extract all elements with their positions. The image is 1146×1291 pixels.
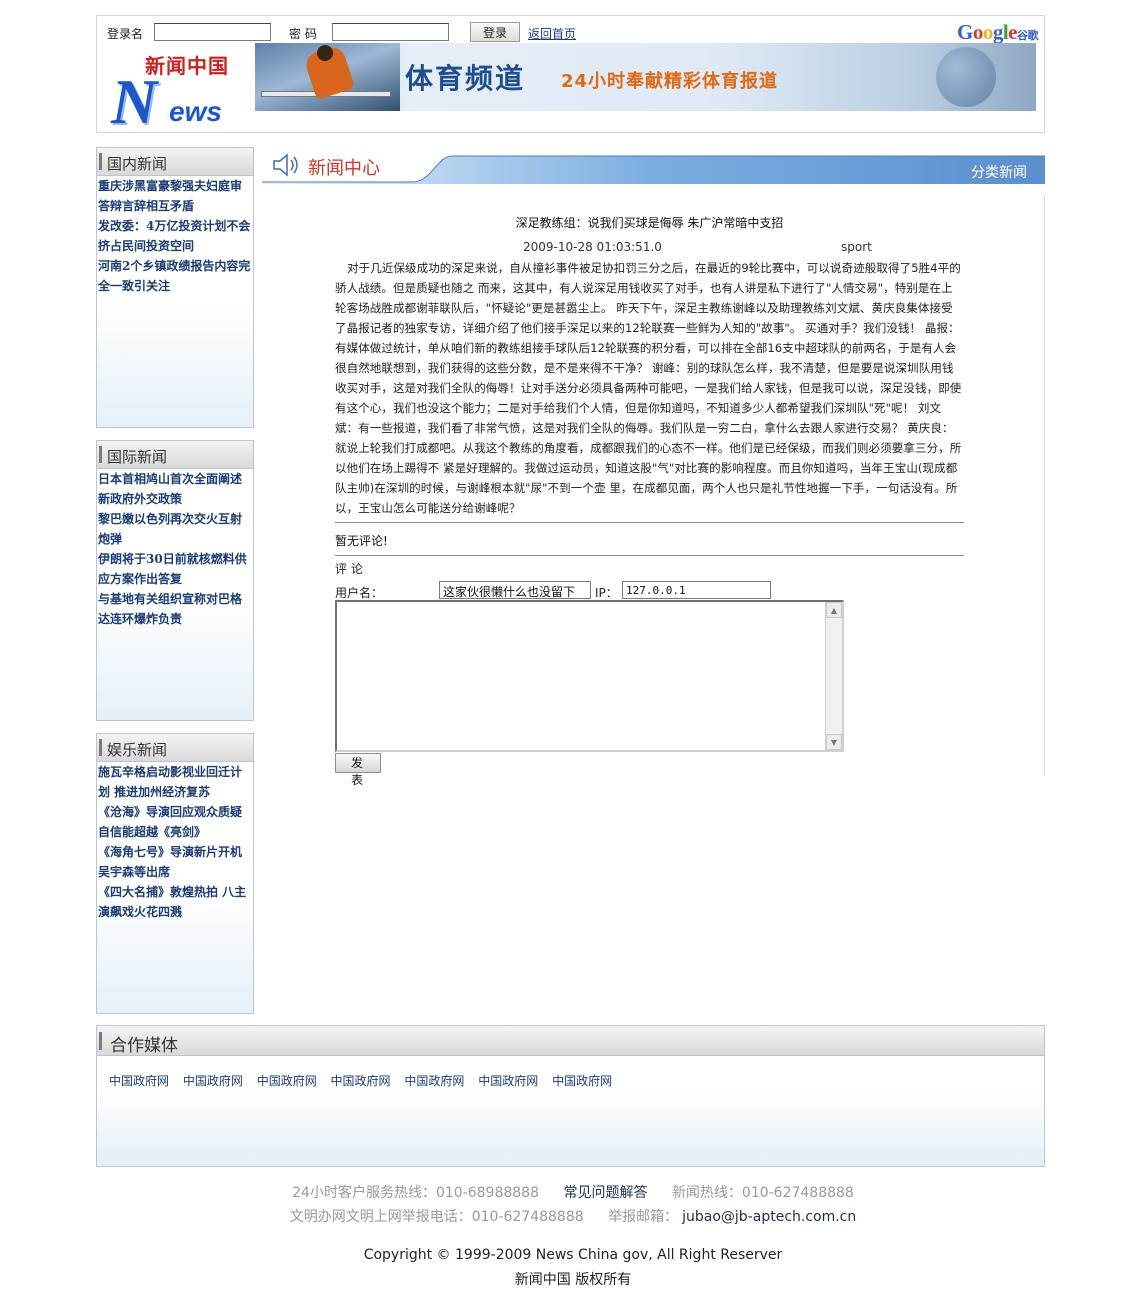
- password-input[interactable]: [332, 23, 449, 41]
- banner-subtitle: 24小时奉献精彩体育报道: [561, 71, 779, 92]
- domestic-news-item[interactable]: 发改委：4万亿投资计划不会挤占民间投资空间: [97, 216, 253, 256]
- partner-media-title: 合作媒体: [110, 1036, 178, 1056]
- scroll-down-icon[interactable]: ▼: [826, 734, 842, 750]
- home-link[interactable]: 返回首页: [528, 25, 576, 42]
- footer-hotlines: 24小时客户服务热线：010-68988888 常见问题解答 新闻热线：010-…: [0, 1182, 1146, 1202]
- login-button[interactable]: 登录: [470, 22, 520, 42]
- civilized-report-phone: 文明办网文明上网举报电话：010-627488888: [289, 1209, 584, 1225]
- google-logo[interactable]: Google谷歌: [957, 20, 1039, 45]
- report-email-link[interactable]: jubao@jb-aptech.com.cn: [682, 1209, 856, 1225]
- article-title: 深足教练组：说我们买球是侮辱 朱广沪常暗中支招: [515, 216, 784, 230]
- footer-copyright: Copyright © 1999-2009 News China gov, Al…: [0, 1247, 1146, 1263]
- service-hotline: 24小时客户服务热线：010-68988888: [292, 1185, 539, 1201]
- article-meta: 2009-10-28 01:03:51.0 sport: [335, 236, 964, 258]
- entertainment-news-item[interactable]: 《海角七号》导演新片开机吴宇森等出席: [97, 842, 253, 882]
- international-news-box: 国际新闻 日本首相鸠山首次全面阐述新政府外交政策 黎巴嫩以色列再次交火互射炮弹 …: [96, 440, 254, 721]
- no-comment-notice: 暂无评论!: [335, 534, 388, 548]
- scroll-up-icon[interactable]: ▲: [826, 602, 842, 618]
- faq-link[interactable]: 常见问题解答: [563, 1185, 647, 1201]
- international-news-list: 日本首相鸠山首次全面阐述新政府外交政策 黎巴嫩以色列再次交火互射炮弹 伊朗将于3…: [97, 469, 253, 629]
- footer-report: 文明办网文明上网举报电话：010-627488888 举报邮箱： jubao@jb…: [0, 1206, 1146, 1226]
- report-email-label: 举报邮箱：: [608, 1209, 679, 1225]
- domestic-news-title: 国内新闻: [107, 155, 168, 173]
- comment-ip-label: IP：: [595, 586, 618, 600]
- comment-form: 评 论 用户名： 这家伙很懒什么也没留下 IP： 127.0.0.1 ▲ ▼ 发…: [335, 560, 964, 787]
- domestic-news-item[interactable]: 河南2个乡镇政绩报告内容完全一致引关注: [97, 256, 253, 296]
- copyright-text: Copyright © 1999-2009 News China gov, Al…: [363, 1247, 783, 1263]
- partner-links: 中国政府网 中国政府网 中国政府网 中国政府网 中国政府网 中国政府网 中国政府…: [109, 1072, 622, 1089]
- article-body: 对于几近保级成功的深足来说，自从撞衫事件被足协扣罚三分之后，在最近的9轮比赛中，…: [335, 261, 962, 515]
- divider: [335, 555, 964, 556]
- category-news-link[interactable]: 分类新闻: [971, 162, 1027, 182]
- news-center-title: 新闻中心: [308, 158, 380, 179]
- partner-link[interactable]: 中国政府网: [404, 1072, 464, 1089]
- partner-link[interactable]: 中国政府网: [257, 1072, 317, 1089]
- footer-rights: 新闻中国 版权所有: [0, 1269, 1146, 1289]
- logo-title: 新闻中国: [145, 54, 229, 78]
- news-hotline: 新闻热线：010-627488888: [671, 1185, 854, 1201]
- domestic-news-item[interactable]: 重庆涉黑富豪黎强夫妇庭审答辩言辞相互矛盾: [97, 176, 253, 216]
- site-logo[interactable]: 新闻中国 N ews: [109, 48, 251, 134]
- logo-letters-ews: ews: [169, 96, 222, 127]
- partner-link[interactable]: 中国政府网: [478, 1072, 538, 1089]
- entertainment-news-box: 娱乐新闻 施瓦辛格启动影视业回迁计划 推进加州经济复苏 《沧海》导演回应观众质疑…: [96, 733, 254, 1014]
- banner-title: 体育频道: [405, 62, 526, 95]
- international-news-item[interactable]: 伊朗将于30日前就核燃料供应方案作出答复: [97, 549, 253, 589]
- international-news-title: 国际新闻: [107, 448, 168, 466]
- entertainment-news-item[interactable]: 《沧海》导演回应观众质疑自信能超越《亮剑》: [97, 802, 253, 842]
- hurdler-image: [255, 43, 400, 111]
- comment-username-label: 用户名：: [335, 586, 384, 600]
- comment-ip-input[interactable]: 127.0.0.1: [622, 581, 771, 599]
- username-label: 登录名: [107, 27, 144, 41]
- international-news-item[interactable]: 与基地有关组织宣称对巴格达连环爆炸负责: [97, 589, 253, 629]
- domestic-news-box: 国内新闻 重庆涉黑富豪黎强夫妇庭审答辩言辞相互矛盾 发改委：4万亿投资计划不会挤…: [96, 147, 254, 428]
- domestic-news-header: 国内新闻: [97, 148, 253, 176]
- partner-link[interactable]: 中国政府网: [331, 1072, 391, 1089]
- comment-user-row: 用户名： 这家伙很懒什么也没留下 IP： 127.0.0.1: [335, 580, 964, 602]
- partner-link[interactable]: 中国政府网: [183, 1072, 243, 1089]
- partner-media-header: 合作媒体: [97, 1026, 1044, 1056]
- comment-label: 评 论: [335, 562, 363, 576]
- password-label: 密 码: [289, 27, 317, 41]
- article-date: 2009-10-28 01:03:51.0: [523, 240, 662, 254]
- google-cn-label: 谷歌: [1017, 29, 1039, 42]
- article-category: sport: [841, 240, 872, 254]
- international-news-header: 国际新闻: [97, 441, 253, 469]
- partner-media-box: 合作媒体 中国政府网 中国政府网 中国政府网 中国政府网 中国政府网 中国政府网…: [96, 1025, 1045, 1167]
- article: 深足教练组：说我们买球是侮辱 朱广沪常暗中支招 2009-10-28 01:03…: [335, 214, 964, 556]
- comment-username-input[interactable]: 这家伙很懒什么也没留下: [439, 581, 591, 599]
- comment-submit-button[interactable]: 发 表: [335, 753, 381, 787]
- entertainment-news-list: 施瓦辛格启动影视业回迁计划 推进加州经济复苏 《沧海》导演回应观众质疑自信能超越…: [97, 762, 253, 922]
- site-header: 登录名 密 码 登录 返回首页 Google谷歌 新闻中国 N ews 体育频道…: [96, 15, 1045, 134]
- speaker-icon: [273, 153, 298, 177]
- partner-link[interactable]: 中国政府网: [109, 1072, 169, 1089]
- news-center-bar: 新闻中心 分类新闻: [262, 148, 1045, 184]
- entertainment-news-header: 娱乐新闻: [97, 734, 253, 762]
- username-input[interactable]: [154, 23, 271, 41]
- logo-letter-n: N: [111, 66, 158, 137]
- login-bar: 登录名 密 码 登录 返回首页 Google谷歌: [97, 16, 1044, 44]
- rights-text: 新闻中国 版权所有: [514, 1272, 632, 1288]
- domestic-news-list: 重庆涉黑富豪黎强夫妇庭审答辩言辞相互矛盾 发改委：4万亿投资计划不会挤占民间投资…: [97, 176, 253, 296]
- comment-textarea[interactable]: ▲ ▼: [335, 600, 844, 752]
- comment-scrollbar[interactable]: ▲ ▼: [825, 602, 842, 750]
- sports-banner: 体育频道 24小时奉献精彩体育报道: [255, 43, 1036, 111]
- entertainment-news-title: 娱乐新闻: [107, 741, 168, 759]
- entertainment-news-item[interactable]: 《四大名捕》敦煌热拍 八主演飙戏火花四溅: [97, 882, 253, 922]
- international-news-item[interactable]: 黎巴嫩以色列再次交火互射炮弹: [97, 509, 253, 549]
- partner-link[interactable]: 中国政府网: [552, 1072, 612, 1089]
- ball-image: [936, 47, 996, 107]
- international-news-item[interactable]: 日本首相鸠山首次全面阐述新政府外交政策: [97, 469, 253, 509]
- entertainment-news-item[interactable]: 施瓦辛格启动影视业回迁计划 推进加州经济复苏: [97, 762, 253, 802]
